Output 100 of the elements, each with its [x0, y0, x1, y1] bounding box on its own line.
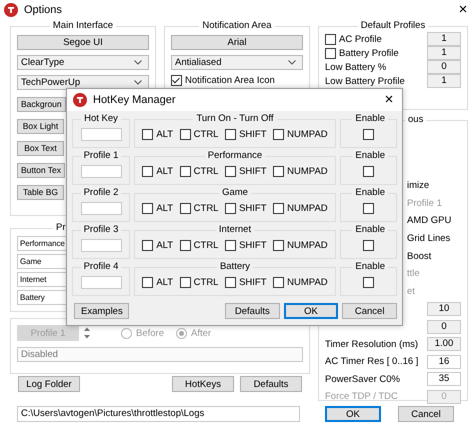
checkbox-label: SHIFT: [239, 129, 267, 140]
font-button[interactable]: Segoe UI: [17, 35, 149, 50]
checkbox[interactable]: [273, 129, 284, 140]
dialog-button[interactable]: OK: [284, 303, 338, 319]
action-button[interactable]: Defaults: [240, 376, 302, 392]
group-title: Performance: [206, 150, 264, 162]
value-field[interactable]: 1.00: [427, 337, 461, 352]
group-title: Enable: [354, 187, 386, 199]
checkbox[interactable]: [142, 240, 154, 251]
checkbox[interactable]: [325, 34, 336, 44]
checkbox[interactable]: [225, 166, 236, 177]
checkbox-label: ALT: [156, 240, 174, 251]
value-field[interactable]: 35: [427, 372, 461, 386]
checkbox[interactable]: [180, 277, 191, 288]
checkbox[interactable]: [273, 240, 284, 251]
value-field[interactable]: 0: [427, 60, 461, 74]
value-field[interactable]: 10: [427, 302, 461, 316]
group-title: Profile 2: [82, 187, 120, 199]
checkbox[interactable]: [142, 129, 154, 140]
value-field[interactable]: 16: [427, 354, 461, 369]
window-title: Options: [24, 4, 63, 16]
close-button[interactable]: ×: [378, 92, 400, 108]
checkbox[interactable]: [273, 277, 284, 288]
option-label: AMD GPU: [407, 215, 452, 226]
checkbox[interactable]: [225, 203, 236, 214]
checkbox-label: NUMPAD: [287, 240, 328, 251]
color-button[interactable]: Box Light: [17, 119, 64, 134]
checkbox[interactable]: [142, 277, 154, 288]
checkbox[interactable]: [142, 203, 154, 214]
checkbox[interactable]: [363, 129, 374, 140]
color-button[interactable]: Button Tex: [17, 163, 66, 178]
checkbox[interactable]: [273, 203, 284, 214]
dropdown[interactable]: ClearType: [17, 55, 149, 70]
checkbox[interactable]: [363, 166, 374, 177]
path-field[interactable]: C:\Users\avtogen\Pictures\throttlestop\Logs: [17, 406, 300, 422]
group-title: Hot Key: [83, 113, 119, 125]
action-button[interactable]: Log Folder: [18, 376, 80, 392]
checkbox-label: NUMPAD: [287, 129, 328, 140]
checkbox[interactable]: [225, 129, 236, 140]
app-icon: [4, 3, 18, 17]
group-title: Main Interface: [52, 20, 114, 32]
checkbox-label: CTRL: [194, 240, 218, 251]
checkbox-label: NUMPAD: [287, 203, 328, 214]
key-field[interactable]: [80, 202, 122, 215]
checkbox-label: ALT: [156, 166, 174, 177]
radio-label: Before: [136, 328, 164, 338]
dialog-button[interactable]: Defaults: [225, 303, 280, 319]
checkbox[interactable]: [180, 166, 191, 177]
font-button[interactable]: Arial: [171, 35, 303, 50]
value-field[interactable]: 1: [427, 46, 461, 60]
checkbox-label: SHIFT: [239, 166, 267, 177]
group-title: Enable: [354, 113, 386, 125]
group-title: ous: [407, 114, 424, 126]
checkbox[interactable]: [363, 240, 374, 251]
checkbox-label: CTRL: [194, 166, 218, 177]
dropdown[interactable]: TechPowerUp: [17, 75, 149, 90]
group-title: Enable: [354, 261, 386, 273]
field-label: Force TDP / TDC: [325, 391, 399, 402]
group-title: Battery: [218, 261, 252, 273]
close-button[interactable]: ×: [452, 2, 474, 18]
checkbox-label: SHIFT: [239, 240, 267, 251]
color-button[interactable]: Backgroun: [17, 97, 66, 112]
spin-arrows-icon[interactable]: [83, 326, 91, 340]
field-label: PowerSaver C0%: [325, 374, 401, 385]
checkbox[interactable]: [225, 277, 236, 288]
value-field[interactable]: 1: [427, 32, 461, 46]
dialog-button[interactable]: Cancel: [342, 303, 397, 319]
value-field[interactable]: 1: [427, 74, 461, 88]
checkbox-label: ALT: [156, 277, 174, 288]
checkbox[interactable]: [180, 129, 191, 140]
dropdown[interactable]: Antialiased: [171, 55, 303, 70]
checkbox[interactable]: [363, 203, 374, 214]
color-button[interactable]: Table BG: [17, 185, 64, 200]
checkbox[interactable]: [180, 203, 191, 214]
key-field[interactable]: [80, 165, 122, 178]
group-title: Pr: [55, 222, 66, 234]
checkbox[interactable]: [363, 277, 374, 288]
key-field[interactable]: [80, 239, 122, 252]
value-field[interactable]: 0: [427, 320, 461, 334]
dialog-button[interactable]: Examples: [74, 303, 129, 319]
checkbox[interactable]: [225, 240, 236, 251]
checkbox[interactable]: [180, 240, 191, 251]
action-button[interactable]: HotKeys: [172, 376, 234, 392]
checkbox[interactable]: [142, 166, 154, 177]
field-label: AC Timer Res [ 0..16 ]: [325, 356, 420, 368]
dialog-button[interactable]: Cancel: [398, 406, 454, 422]
checkbox-label: CTRL: [194, 203, 218, 214]
checkbox[interactable]: [273, 166, 284, 177]
checkbox-label: AC Profile: [339, 34, 383, 44]
option-label: Boost: [407, 250, 432, 262]
key-field[interactable]: [80, 276, 122, 289]
checkbox-label: CTRL: [194, 277, 218, 288]
field-label: Low Battery Profile: [325, 76, 406, 86]
group-title: Internet: [218, 224, 252, 236]
key-field[interactable]: [80, 128, 122, 141]
group-title: Game: [221, 187, 249, 199]
dialog-button[interactable]: OK: [325, 406, 381, 422]
checkbox[interactable]: [325, 48, 336, 58]
checkbox[interactable]: [171, 75, 182, 86]
color-button[interactable]: Box Text: [17, 141, 64, 156]
